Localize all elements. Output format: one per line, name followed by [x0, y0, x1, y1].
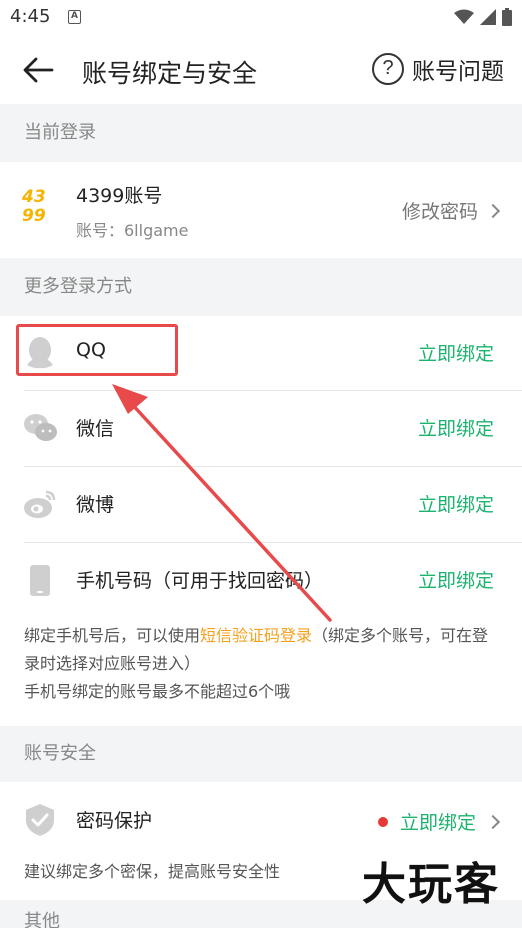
password-protection-label: 密码保护	[76, 810, 153, 832]
account-id: 账号：6llgame	[76, 221, 189, 240]
annotation-highlight-box	[16, 324, 178, 376]
section-header-more-login: 更多登录方式	[0, 258, 522, 316]
bind-button-weibo[interactable]: 立即绑定	[418, 490, 494, 517]
signal-icon	[480, 9, 496, 25]
wechat-icon	[24, 414, 57, 441]
section-header-current-login: 当前登录	[0, 104, 522, 162]
change-password-label: 修改密码	[401, 201, 478, 223]
note-limit-text: 手机号绑定的账号最多不能超过6个哦	[24, 682, 291, 701]
page-title: 账号绑定与安全	[82, 59, 258, 88]
weibo-icon	[24, 490, 56, 518]
watermark-text: 大玩客	[362, 859, 500, 910]
back-arrow-icon[interactable]	[22, 55, 54, 85]
bind-label-phone: 手机号码（可用于找回密码）	[76, 570, 324, 592]
bind-row-wechat: 微信 立即绑定	[0, 390, 522, 466]
bind-label-weibo: 微博	[76, 494, 115, 516]
bind-row-weibo: 微博 立即绑定	[0, 466, 522, 542]
notification-a-icon: A	[68, 10, 81, 24]
password-protection-action[interactable]: 立即绑定	[377, 808, 501, 835]
4399-logo-icon: 43 99	[22, 188, 58, 232]
bind-row-phone: 手机号码（可用于找回密码） 立即绑定	[0, 542, 522, 618]
account-help-label: 账号问题	[412, 59, 504, 85]
question-circle-icon: ?	[372, 53, 404, 85]
bind-button-wechat[interactable]: 立即绑定	[418, 414, 494, 441]
bind-button-phone[interactable]: 立即绑定	[418, 566, 494, 593]
battery-icon	[502, 8, 512, 26]
account-help-button[interactable]: ? 账号问题	[372, 52, 504, 86]
status-time: 4:45	[10, 6, 51, 27]
system-icons	[454, 8, 512, 26]
sms-login-link[interactable]: 短信验证码登录	[200, 626, 312, 645]
chevron-right-icon	[485, 814, 501, 829]
chevron-right-icon	[485, 203, 501, 218]
wifi-icon	[454, 9, 474, 24]
top-bar: 账号绑定与安全 ? 账号问题	[0, 36, 522, 104]
change-password-button[interactable]: 修改密码	[401, 197, 501, 224]
phone-bind-note: 绑定手机号后，可以使用短信验证码登录（绑定多个账号，可在登录时选择对应账号进入）…	[24, 622, 504, 706]
password-protection-bind: 立即绑定	[399, 812, 476, 834]
phone-icon	[30, 565, 50, 596]
section-header-security: 账号安全	[0, 726, 522, 782]
account-name: 4399账号	[76, 185, 163, 207]
logo-bottom-digits: 99	[22, 206, 46, 226]
password-protection-row[interactable]: 密码保护 立即绑定	[0, 782, 522, 858]
bind-label-wechat: 微信	[76, 418, 115, 440]
logo-top-digits: 43	[22, 187, 46, 207]
shield-check-icon	[26, 804, 54, 836]
alert-dot-icon	[377, 816, 388, 827]
note-text: 绑定手机号后，可以使用	[24, 626, 201, 645]
status-bar: 4:45 A	[0, 0, 522, 36]
bind-button-qq[interactable]: 立即绑定	[418, 339, 494, 366]
